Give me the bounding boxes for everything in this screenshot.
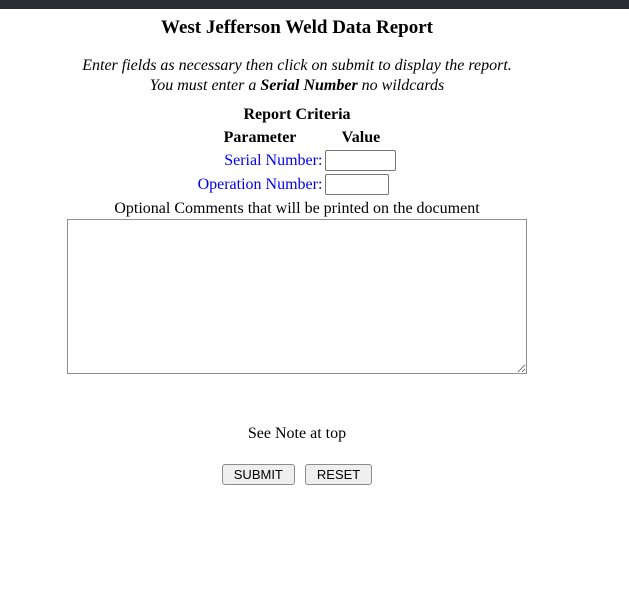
reset-button[interactable]: RESET <box>305 464 372 485</box>
page-title: West Jefferson Weld Data Report <box>0 17 594 39</box>
criteria-table: Report Criteria Parameter Value Serial N… <box>195 106 400 198</box>
submit-button[interactable]: SUBMIT <box>222 464 295 485</box>
serial-number-row: Serial Number: <box>198 150 397 171</box>
note-text: See Note at top <box>0 425 594 443</box>
criteria-header-row: Parameter Value <box>198 129 397 147</box>
operation-number-label: Operation Number: <box>198 174 323 195</box>
instructions-line-1: Enter fields as necessary then click on … <box>0 56 594 76</box>
instructions-line-2-suffix: no wildcards <box>358 77 445 94</box>
report-form: West Jefferson Weld Data Report Enter fi… <box>0 17 594 485</box>
instructions-line-2-prefix: You must enter a <box>150 77 261 94</box>
serial-number-input[interactable] <box>325 150 396 171</box>
criteria-heading: Report Criteria <box>195 106 400 126</box>
form-buttons: SUBMIT RESET <box>0 464 594 485</box>
column-header-value: Value <box>325 129 396 147</box>
instructions: Enter fields as necessary then click on … <box>0 56 594 96</box>
instructions-line-2-emphasis: Serial Number <box>260 77 357 94</box>
instructions-line-2: You must enter a Serial Number no wildca… <box>0 76 594 96</box>
operation-number-row: Operation Number: <box>198 174 397 195</box>
operation-number-input[interactable] <box>325 174 389 195</box>
comments-label: Optional Comments that will be printed o… <box>0 200 594 218</box>
serial-number-label: Serial Number: <box>198 150 323 171</box>
top-bar <box>0 0 629 9</box>
comments-textarea[interactable] <box>67 219 527 374</box>
column-header-parameter: Parameter <box>198 129 323 147</box>
